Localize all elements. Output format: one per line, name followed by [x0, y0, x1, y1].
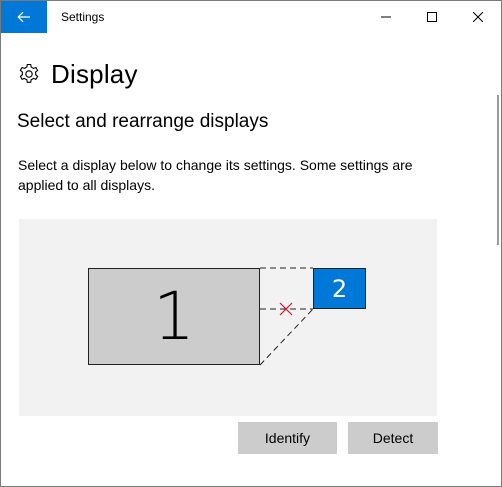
maximize-icon [427, 12, 437, 22]
page-header: Display [18, 59, 138, 89]
display-2[interactable]: 2 [313, 268, 366, 309]
display-arrangement-area[interactable]: 1 2 [19, 219, 437, 416]
gear-icon [19, 63, 39, 83]
x-mark-icon [279, 302, 293, 316]
display-2-label: 2 [331, 274, 348, 303]
identify-button[interactable]: Identify [238, 422, 337, 454]
window-title: Settings [61, 10, 105, 24]
scrollbar-thumb[interactable] [497, 95, 499, 245]
title-bar: Settings [1, 1, 501, 33]
back-arrow-icon [17, 11, 30, 23]
section-description: Select a display below to change its set… [18, 157, 413, 193]
minimize-button[interactable] [363, 1, 409, 33]
detect-button[interactable]: Detect [348, 422, 438, 454]
page-title: Display [51, 58, 138, 89]
close-button[interactable] [455, 1, 501, 33]
back-button[interactable] [1, 1, 47, 33]
maximize-button[interactable] [409, 1, 455, 33]
close-icon [473, 12, 483, 22]
section-title: Select and rearrange displays [17, 111, 269, 132]
display-1-label: 1 [153, 277, 195, 355]
minimize-icon [381, 16, 391, 18]
settings-window: Settings Display Select and rearrange di… [0, 0, 502, 487]
scrollbar[interactable] [495, 33, 501, 486]
display-1[interactable]: 1 [88, 268, 260, 365]
